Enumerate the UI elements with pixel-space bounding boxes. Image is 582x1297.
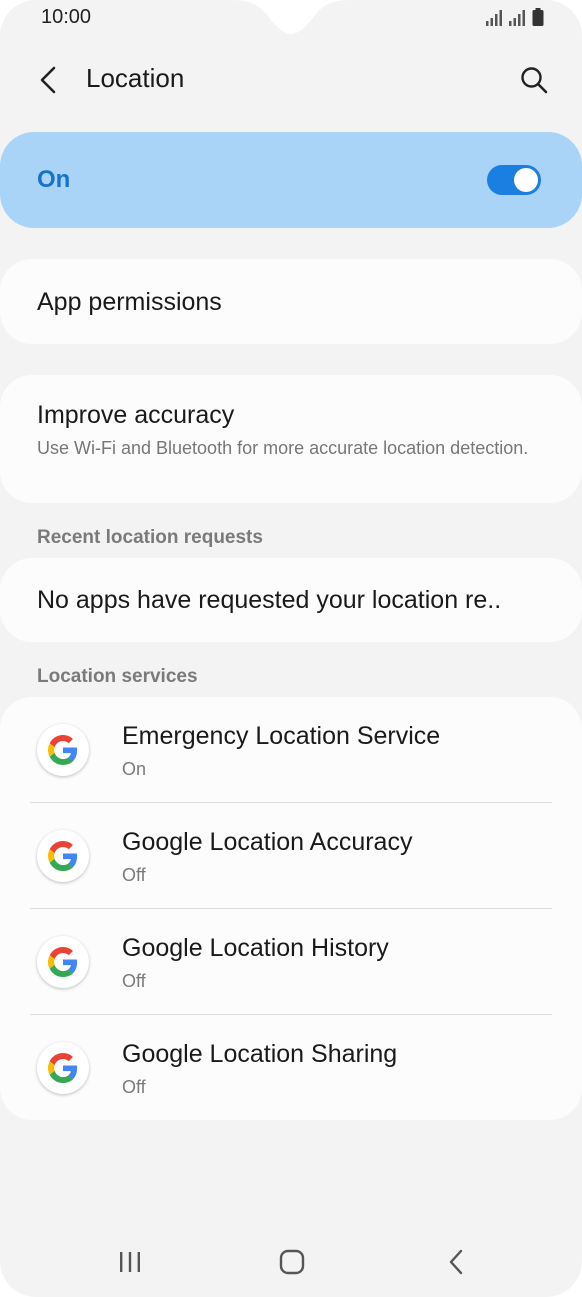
camera-notch: [232, 0, 350, 34]
recent-requests-header: Recent location requests: [37, 527, 263, 548]
signal-icon: [486, 10, 502, 26]
service-status: Off: [122, 865, 146, 885]
service-item-location-history[interactable]: Google Location History Off: [0, 909, 582, 1015]
settings-screen: 10:00 Location On App permissions Improv…: [0, 0, 582, 1297]
service-name: Google Location Accuracy: [122, 828, 413, 856]
status-bar: 10:00: [0, 0, 582, 36]
chevron-left-icon: [40, 66, 56, 94]
master-switch-label: On: [37, 166, 71, 193]
google-g-icon: [37, 1042, 89, 1094]
battery-icon: [532, 8, 544, 26]
service-item-emergency-location[interactable]: Emergency Location Service On: [0, 697, 582, 803]
page-title: Location: [86, 63, 185, 93]
app-permissions-item[interactable]: App permissions: [0, 259, 582, 344]
service-status: On: [122, 759, 147, 779]
location-services-header: Location services: [37, 666, 198, 687]
improve-accuracy-subtitle: Use Wi-Fi and Bluetooth for more accurat…: [37, 438, 529, 458]
back-button[interactable]: [30, 62, 66, 98]
search-icon: [521, 67, 548, 94]
app-permissions-title: App permissions: [37, 288, 222, 316]
google-g-icon: [37, 936, 89, 988]
service-name: Google Location Sharing: [122, 1040, 398, 1068]
app-header: Location: [0, 50, 582, 110]
home-button[interactable]: [272, 1244, 312, 1280]
service-status: Off: [122, 1077, 146, 1097]
service-name: Google Location History: [122, 934, 389, 962]
service-item-location-sharing[interactable]: Google Location Sharing Off: [0, 1015, 582, 1121]
status-icons: [486, 8, 544, 26]
google-g-icon: [37, 724, 89, 776]
service-item-location-accuracy[interactable]: Google Location Accuracy Off: [0, 803, 582, 909]
recent-requests-message: No apps have requested your location re.…: [37, 586, 502, 614]
signal-icon-2: [509, 10, 525, 26]
improve-accuracy-title: Improve accuracy: [37, 401, 235, 429]
navigation-bar: [0, 1232, 582, 1292]
location-services-list: Emergency Location Service On Google Loc…: [0, 697, 582, 1120]
location-toggle[interactable]: [487, 165, 541, 195]
service-name: Emergency Location Service: [122, 722, 441, 750]
recents-button[interactable]: [110, 1244, 150, 1280]
improve-accuracy-item[interactable]: Improve accuracy Use Wi-Fi and Bluetooth…: [0, 375, 582, 503]
toggle-knob: [514, 168, 538, 192]
recent-requests-card: No apps have requested your location re.…: [0, 558, 582, 642]
back-icon: [449, 1249, 463, 1275]
location-master-switch[interactable]: On: [0, 132, 582, 228]
search-button[interactable]: [516, 62, 552, 98]
nav-back-button[interactable]: [436, 1244, 476, 1280]
google-g-icon: [37, 830, 89, 882]
service-status: Off: [122, 971, 146, 991]
recents-icon: [120, 1252, 140, 1272]
home-icon: [279, 1249, 305, 1275]
status-time: 10:00: [41, 6, 92, 28]
